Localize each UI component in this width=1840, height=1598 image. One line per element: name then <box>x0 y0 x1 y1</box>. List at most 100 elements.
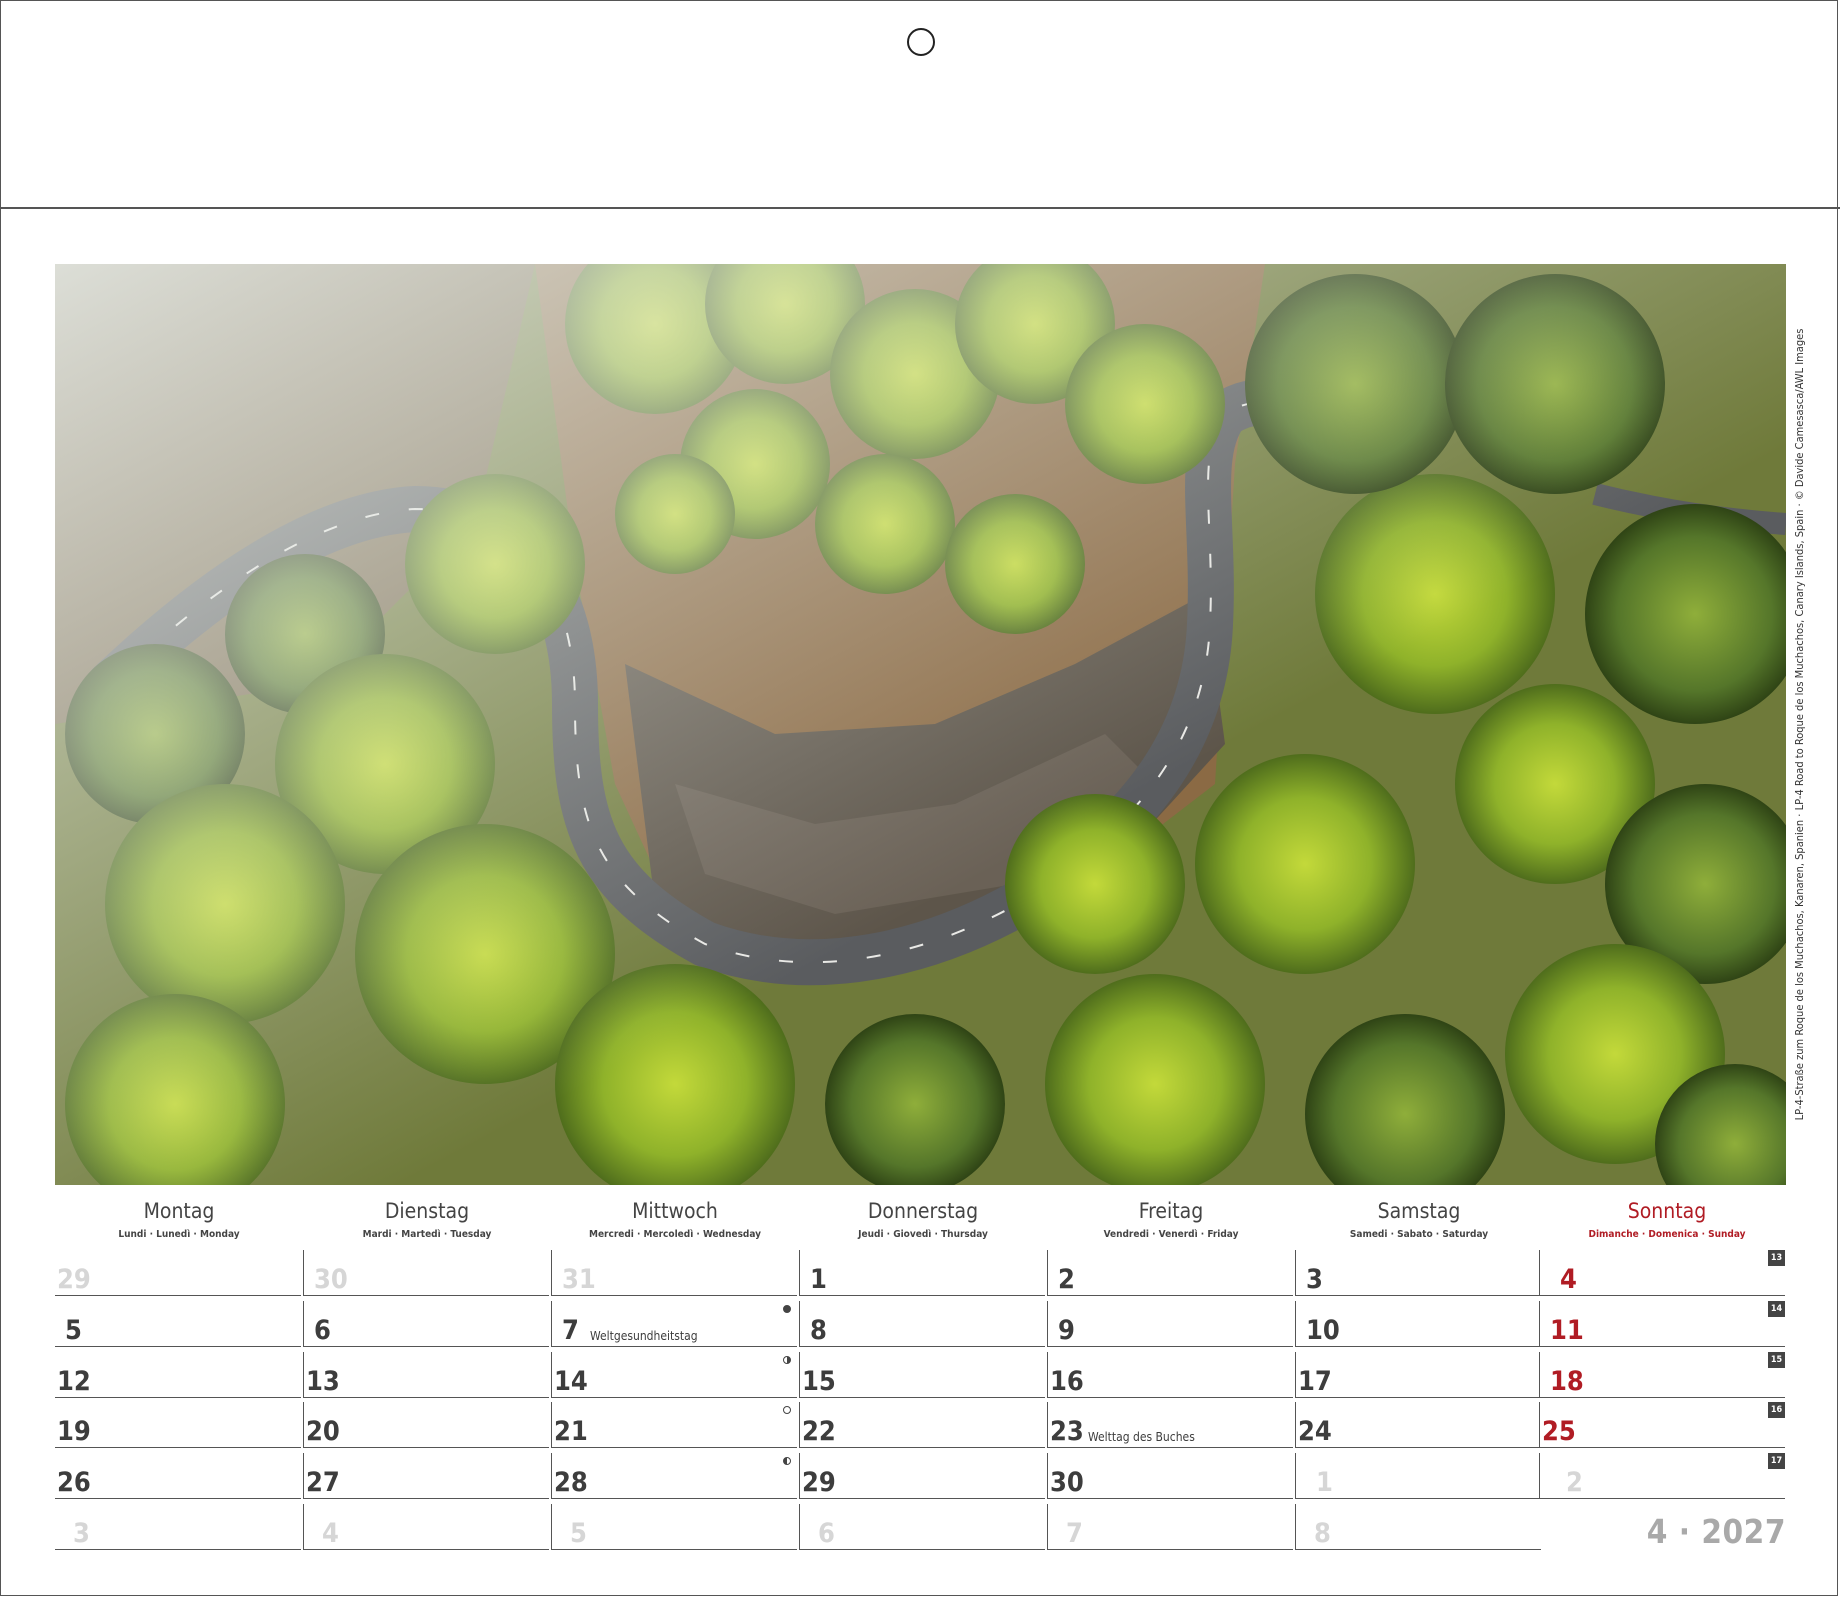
day-cell[interactable]: 11 14 <box>1539 1301 1785 1347</box>
day-cell[interactable]: 30 <box>303 1250 549 1296</box>
weekday-wednesday: Mittwoch Mercredi · Mercoledì · Wednesda… <box>551 1198 799 1242</box>
day-number: 29 <box>802 1467 836 1498</box>
day-number: 23 <box>1050 1416 1084 1447</box>
day-number: 19 <box>57 1416 91 1447</box>
day-cell[interactable]: 23 Welttag des Buches <box>1047 1402 1293 1448</box>
day-number: 5 <box>570 1518 587 1549</box>
last-quarter-moon-icon <box>783 1457 791 1465</box>
day-cell[interactable]: 26 <box>55 1453 301 1499</box>
weekday-translations: Dimanche · Domenica · Sunday <box>1588 1229 1746 1240</box>
day-number: 2 <box>1566 1467 1583 1498</box>
day-number: 30 <box>1050 1467 1084 1498</box>
day-cell[interactable]: 10 <box>1295 1301 1541 1347</box>
day-number: 3 <box>1306 1264 1323 1295</box>
day-cell[interactable]: 13 <box>303 1352 549 1398</box>
day-cell[interactable]: 19 <box>55 1402 301 1448</box>
weekday-friday: Freitag Vendredi · Venerdì · Friday <box>1047 1198 1295 1242</box>
calendar-photo <box>55 264 1786 1185</box>
day-cell[interactable]: 31 <box>551 1250 797 1296</box>
day-number: 8 <box>1314 1518 1331 1549</box>
day-cell[interactable]: 16 <box>1047 1352 1293 1398</box>
day-number: 28 <box>554 1467 588 1498</box>
weekday-translations: Vendredi · Venerdì · Friday <box>1103 1229 1239 1240</box>
day-number: 13 <box>306 1366 340 1397</box>
day-number: 3 <box>73 1518 90 1549</box>
day-number: 16 <box>1050 1366 1084 1397</box>
day-number: 6 <box>818 1518 835 1549</box>
holiday-label: Welttag des Buches <box>1088 1430 1195 1444</box>
day-number: 4 <box>322 1518 339 1549</box>
day-cell[interactable]: 4 13 <box>1539 1250 1785 1296</box>
day-cell[interactable]: 4 <box>303 1504 549 1550</box>
day-cell[interactable]: 8 <box>799 1301 1045 1347</box>
day-number: 20 <box>306 1416 340 1447</box>
week-number-badge: 13 <box>1768 1250 1785 1266</box>
day-cell[interactable]: 24 <box>1295 1402 1541 1448</box>
day-number: 4 <box>1560 1264 1577 1295</box>
day-cell[interactable]: 9 <box>1047 1301 1293 1347</box>
day-cell[interactable]: 2 <box>1047 1250 1293 1296</box>
day-number: 11 <box>1550 1315 1584 1346</box>
day-cell[interactable]: 14 <box>551 1352 797 1398</box>
weekday-name: Freitag <box>1138 1199 1204 1223</box>
day-cell[interactable]: 6 <box>799 1504 1045 1550</box>
day-number: 18 <box>1550 1366 1584 1397</box>
day-cell[interactable]: 1 <box>1295 1453 1541 1499</box>
day-number: 14 <box>554 1366 588 1397</box>
day-cell[interactable]: 7 Weltgesundheitstag <box>551 1301 797 1347</box>
first-quarter-moon-icon <box>783 1356 791 1364</box>
day-cell[interactable]: 25 16 <box>1539 1402 1785 1448</box>
day-cell[interactable]: 12 <box>55 1352 301 1398</box>
day-number: 1 <box>1316 1467 1333 1498</box>
weekday-name: Montag <box>143 1199 215 1223</box>
day-cell[interactable]: 29 <box>55 1250 301 1296</box>
day-cell[interactable]: 7 <box>1047 1504 1293 1550</box>
weekday-translations: Samedi · Sabato · Saturday <box>1349 1229 1489 1240</box>
day-cell[interactable]: 3 <box>1295 1250 1541 1296</box>
day-cell[interactable]: 21 <box>551 1402 797 1448</box>
weekday-translations: Mercredi · Mercoledì · Wednesday <box>588 1229 761 1240</box>
day-cell[interactable]: 18 15 <box>1539 1352 1785 1398</box>
day-cell[interactable]: 15 <box>799 1352 1045 1398</box>
weekday-translations: Mardi · Martedì · Tuesday <box>362 1229 492 1240</box>
day-number: 26 <box>57 1467 91 1498</box>
day-cell[interactable]: 5 <box>551 1504 797 1550</box>
day-number: 15 <box>802 1366 836 1397</box>
day-number: 17 <box>1298 1366 1332 1397</box>
week-number-badge: 14 <box>1768 1301 1785 1317</box>
day-cell[interactable]: 29 <box>799 1453 1045 1499</box>
day-number: 8 <box>810 1315 827 1346</box>
day-number: 12 <box>57 1366 91 1397</box>
day-number: 24 <box>1298 1416 1332 1447</box>
day-number: 6 <box>314 1315 331 1346</box>
day-number: 27 <box>306 1467 340 1498</box>
day-cell[interactable]: 27 <box>303 1453 549 1499</box>
week-number-badge: 16 <box>1768 1402 1785 1418</box>
week-number-badge: 17 <box>1768 1453 1785 1469</box>
new-moon-icon <box>783 1305 791 1313</box>
day-cell[interactable]: 6 <box>303 1301 549 1347</box>
weekday-name: Mittwoch <box>632 1199 718 1223</box>
day-cell[interactable]: 20 <box>303 1402 549 1448</box>
day-cell[interactable]: 22 <box>799 1402 1045 1448</box>
day-number: 5 <box>65 1315 82 1346</box>
day-number: 7 <box>1066 1518 1083 1549</box>
day-cell[interactable]: 17 <box>1295 1352 1541 1398</box>
week-number-badge: 15 <box>1768 1352 1785 1368</box>
day-cell[interactable]: 28 <box>551 1453 797 1499</box>
day-number: 31 <box>562 1264 596 1295</box>
weekday-thursday: Donnerstag Jeudi · Giovedì · Thursday <box>799 1198 1047 1242</box>
day-number: 9 <box>1058 1315 1075 1346</box>
day-cell[interactable]: 8 <box>1295 1504 1541 1550</box>
day-number: 1 <box>810 1264 827 1295</box>
weekday-name: Donnerstag <box>867 1199 979 1223</box>
day-number: 30 <box>314 1264 348 1295</box>
weekday-name: Samstag <box>1377 1199 1461 1223</box>
weekday-saturday: Samstag Samedi · Sabato · Saturday <box>1295 1198 1543 1242</box>
day-cell[interactable]: 3 <box>55 1504 301 1550</box>
day-cell[interactable]: 5 <box>55 1301 301 1347</box>
weekday-monday: Montag Lundi · Lunedì · Monday <box>55 1198 303 1242</box>
day-cell[interactable]: 1 <box>799 1250 1045 1296</box>
day-cell[interactable]: 2 17 <box>1539 1453 1785 1499</box>
day-cell[interactable]: 30 <box>1047 1453 1293 1499</box>
